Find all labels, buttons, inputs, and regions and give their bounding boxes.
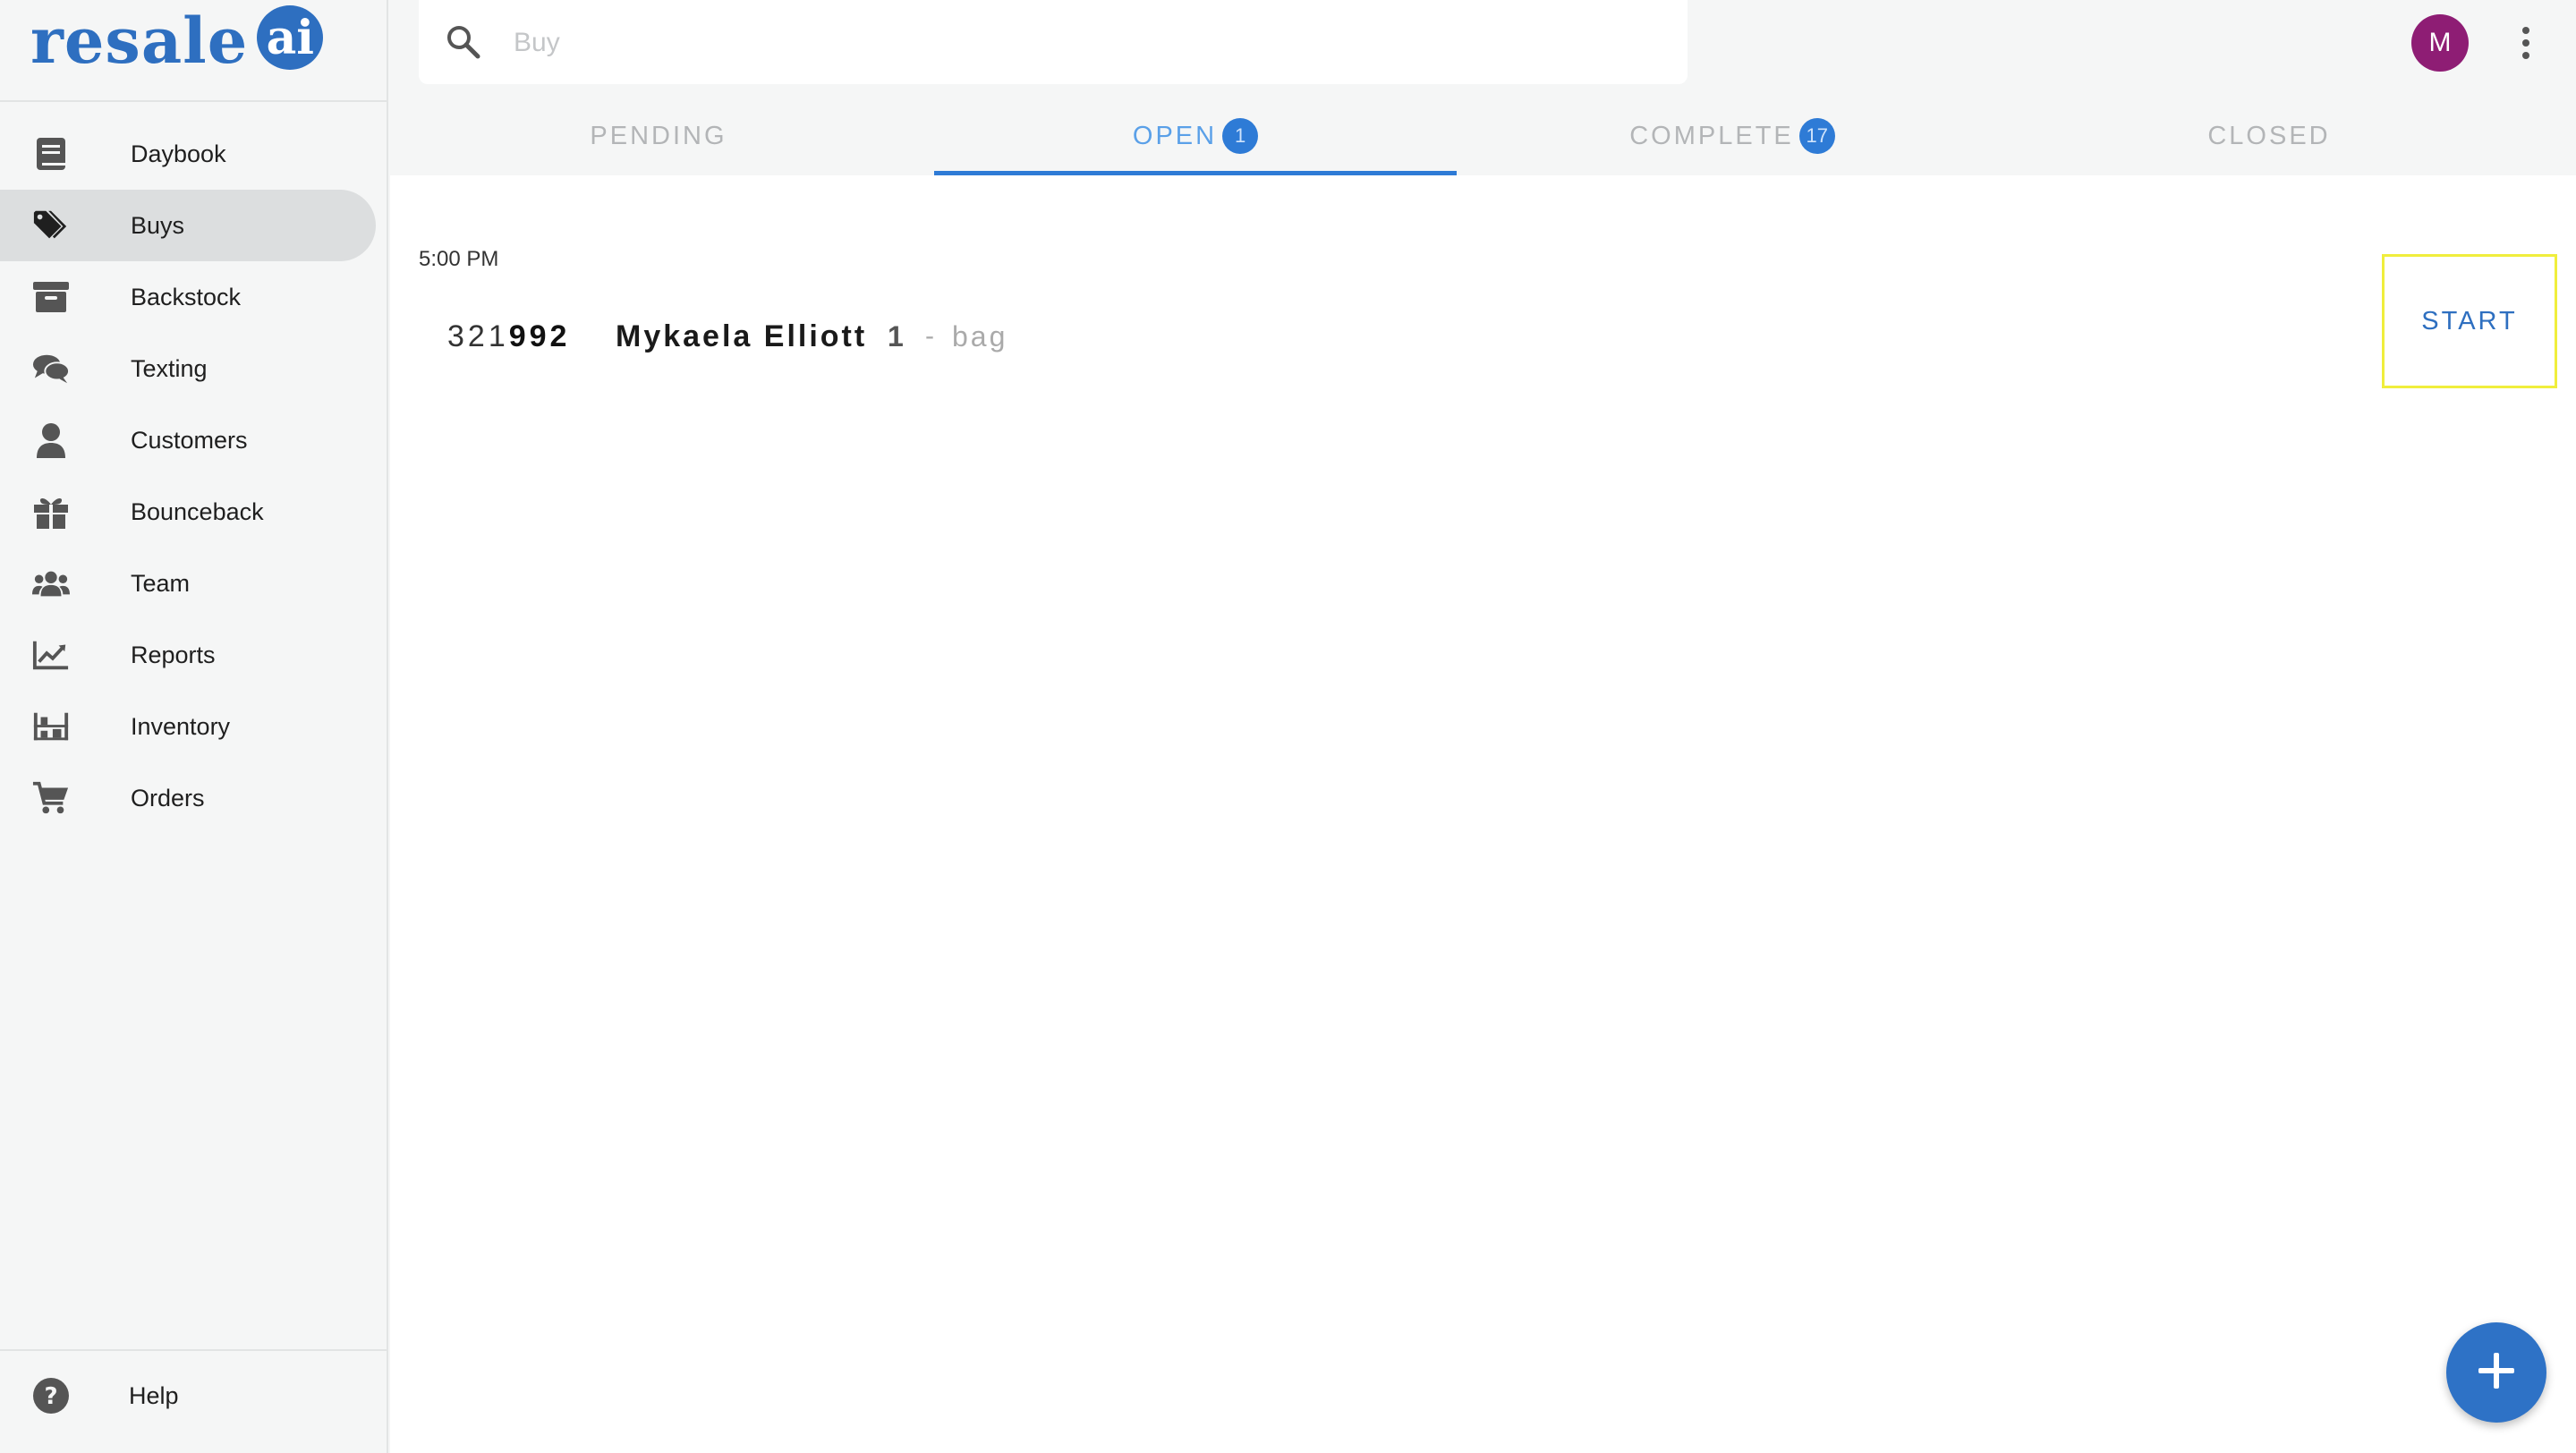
people-group-icon <box>32 565 70 602</box>
search-input[interactable] <box>512 20 1661 66</box>
sidebar-item-label: Buys <box>131 211 185 239</box>
buys-list: 5:00 PM 321992 Mykaela Elliott 1 - bag S… <box>390 175 2576 1453</box>
svg-text:?: ? <box>44 1383 57 1410</box>
help-divider <box>0 1349 388 1351</box>
gift-icon <box>32 493 70 531</box>
sidebar-item-label: Orders <box>131 784 205 811</box>
sidebar-item-label: Backstock <box>131 283 242 310</box>
sidebar-item-label: Help <box>129 1381 179 1409</box>
logo-text: resale <box>30 4 249 78</box>
person-icon <box>32 421 70 459</box>
search-icon <box>446 24 481 60</box>
sidebar-item-label: Team <box>131 569 191 597</box>
sidebar-item-daybook[interactable]: Daybook <box>0 118 376 190</box>
buy-id: 321992 <box>447 319 570 354</box>
tab-label: OPEN <box>1132 121 1218 150</box>
buy-unit: bag <box>952 319 1008 353</box>
sidebar-item-backstock[interactable]: Backstock <box>0 261 376 333</box>
chat-bubbles-icon <box>32 350 70 387</box>
tab-label: CLOSED <box>2207 121 2331 150</box>
avatar-initial: M <box>2428 28 2452 57</box>
shelves-icon <box>32 708 70 745</box>
sidebar-item-help[interactable]: ? Help <box>0 1360 376 1432</box>
sidebar-item-label: Texting <box>131 354 208 382</box>
tab-label: COMPLETE <box>1629 121 1794 150</box>
tab-open[interactable]: OPEN 1 <box>927 97 1464 175</box>
customer-name: Mykaela Elliott <box>616 319 868 353</box>
start-button[interactable]: START <box>2382 254 2557 388</box>
sidebar-item-texting[interactable]: Texting <box>0 333 376 404</box>
sidebar-item-label: Bounceback <box>131 497 264 525</box>
buy-id-suffix: 992 <box>508 319 571 353</box>
user-avatar[interactable]: M <box>2411 14 2469 72</box>
sidebar-item-buys[interactable]: Buys <box>0 190 376 261</box>
tab-count-badge: 1 <box>1222 118 1259 154</box>
tags-icon <box>32 207 70 244</box>
question-circle-icon: ? <box>32 1377 70 1415</box>
sidebar-item-label: Customers <box>131 426 248 454</box>
book-icon <box>32 135 70 173</box>
add-buy-button[interactable] <box>2446 1322 2546 1423</box>
archive-box-icon <box>32 278 70 316</box>
buy-status-tabs: PENDING OPEN 1 COMPLETE 17 CLOSED <box>390 97 2576 175</box>
sidebar-item-reports[interactable]: Reports <box>0 619 376 691</box>
sidebar-item-bounceback[interactable]: Bounceback <box>0 476 376 548</box>
resale-ai-logo[interactable]: resale ai <box>30 5 326 77</box>
chart-line-icon <box>32 636 70 674</box>
buy-separator: - <box>925 321 934 351</box>
sidebar-item-label: Reports <box>131 641 216 668</box>
tab-count-badge: 17 <box>1798 118 1835 154</box>
buy-row[interactable]: 321992 Mykaela Elliott 1 - bag START <box>390 254 2576 390</box>
cart-icon <box>32 779 70 817</box>
sidebar-item-inventory[interactable]: Inventory <box>0 691 376 762</box>
search-bar[interactable] <box>419 0 1688 84</box>
sidebar-item-orders[interactable]: Orders <box>0 762 376 834</box>
sidebar-nav: Daybook Buys Backstock Texting Customers <box>0 118 388 834</box>
buy-id-prefix: 321 <box>447 319 509 353</box>
buy-quantity: 1 <box>888 319 904 353</box>
logo-mark: ai <box>257 5 324 70</box>
group-time-header: 5:00 PM <box>419 247 499 271</box>
sidebar: resale ai Daybook Buys Backstock Texting… <box>0 0 388 1453</box>
sidebar-item-label: Daybook <box>131 140 226 167</box>
logo-divider <box>0 100 388 102</box>
tab-closed[interactable]: CLOSED <box>2001 97 2538 175</box>
tab-label: PENDING <box>590 121 727 150</box>
more-options-icon[interactable] <box>2512 23 2539 63</box>
tab-complete[interactable]: COMPLETE 17 <box>1464 97 2001 175</box>
sidebar-item-team[interactable]: Team <box>0 548 376 619</box>
plus-icon <box>2475 1349 2518 1397</box>
sidebar-item-customers[interactable]: Customers <box>0 404 376 476</box>
tab-pending[interactable]: PENDING <box>390 97 927 175</box>
sidebar-item-label: Inventory <box>131 712 231 740</box>
